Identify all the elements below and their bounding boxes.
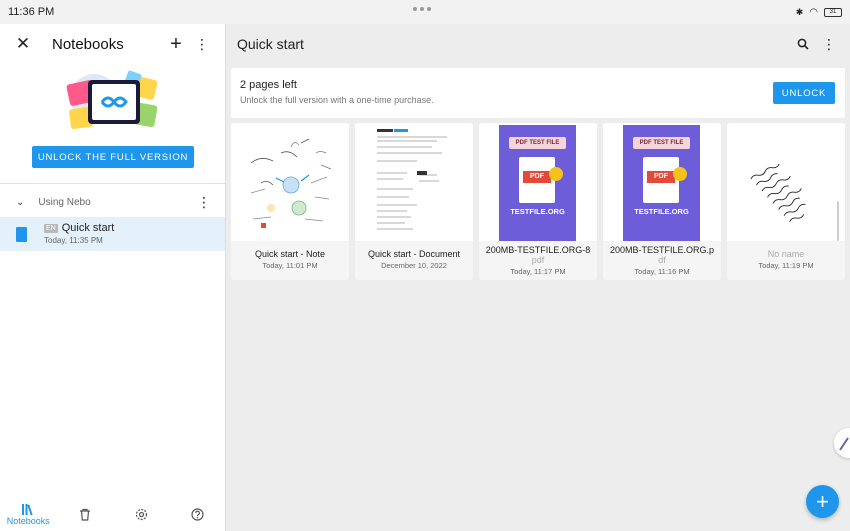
bluetooth-icon: ✱ xyxy=(795,6,804,17)
pdf-cover: PDF TEST FILE PDF TESTFILE.ORG xyxy=(499,125,576,241)
unlock-button[interactable]: UNLOCK xyxy=(773,82,835,104)
decoration-icon xyxy=(673,167,687,181)
page-caption: 200MB-TESTFILE.ORG.p df Today, 11:16 PM xyxy=(603,241,721,280)
trash-icon xyxy=(79,508,90,521)
help-icon xyxy=(191,507,204,521)
plus-icon: + xyxy=(816,488,829,514)
pen-tool-button[interactable] xyxy=(834,428,850,458)
sidebar-header: ✕ Notebooks + ⋮ xyxy=(0,24,225,64)
page-caption: Quick start - Document December 10, 2022 xyxy=(355,241,473,280)
banner-title: 2 pages left xyxy=(240,79,297,91)
pdf-badge: PDF xyxy=(523,171,551,183)
pdf-cover: PDF TEST FILE PDF TESTFILE.ORG xyxy=(623,125,700,241)
page-thumbnail xyxy=(231,123,349,241)
thumbnail-scrollbar xyxy=(837,201,839,241)
bottom-navigation: Notebooks xyxy=(0,497,226,531)
nav-notebooks-label: Notebooks xyxy=(6,515,50,526)
page-date: Today, 11:19 PM xyxy=(758,261,814,270)
pdf-cover-title: PDF TEST FILE xyxy=(509,137,566,149)
multitask-dots-icon[interactable] xyxy=(413,7,431,11)
pdf-cover-title: PDF TEST FILE xyxy=(633,137,690,149)
page-date: Today, 11:01 PM xyxy=(262,261,318,270)
section-using-nebo[interactable]: ⌄ Using Nebo ⋮ xyxy=(0,187,225,217)
add-page-button[interactable]: + xyxy=(806,485,839,518)
status-icons: ✱ ◠ 31 xyxy=(796,7,842,18)
status-time: 11:36 PM xyxy=(8,6,55,18)
page-caption: Quick start - Note Today, 11:01 PM xyxy=(231,241,349,280)
wifi-icon: ◠ xyxy=(809,6,818,18)
page-card[interactable]: PDF TEST FILE PDF TESTFILE.ORG 200MB-TES… xyxy=(603,123,721,280)
more-options-icon[interactable]: ⋮ xyxy=(191,33,213,55)
nav-notebooks[interactable]: Notebooks xyxy=(3,503,53,526)
page-name-ext: df xyxy=(658,255,666,265)
more-options-icon[interactable]: ⋮ xyxy=(818,33,840,55)
pdf-file-icon: PDF xyxy=(519,157,555,203)
page-card[interactable]: Quick start - Note Today, 11:01 PM xyxy=(231,123,349,280)
notebook-name: Quick start xyxy=(61,222,115,234)
close-icon[interactable]: ✕ xyxy=(12,33,34,55)
pdf-cover-site: TESTFILE.ORG xyxy=(510,207,565,216)
pen-icon xyxy=(839,437,849,451)
status-bar: 11:36 PM ✱ ◠ 31 xyxy=(0,0,850,24)
nav-help[interactable] xyxy=(173,507,223,521)
pdf-file-icon: PDF xyxy=(643,157,679,203)
page-caption: No name Today, 11:19 PM xyxy=(727,241,845,280)
page-date: December 10, 2022 xyxy=(381,261,447,270)
pdf-badge: PDF xyxy=(647,171,675,183)
page-card[interactable]: PDF TEST FILE PDF TESTFILE.ORG 200MB-TES… xyxy=(479,123,597,280)
page-card[interactable]: No name Today, 11:19 PM xyxy=(727,123,845,280)
notebooks-sidebar: ✕ Notebooks + ⋮ UNLOCK THE FULL VERSION … xyxy=(0,24,226,531)
page-date: Today, 11:17 PM xyxy=(510,267,566,276)
page-name: 200MB-TESTFILE.ORG.p xyxy=(609,245,715,255)
pages-grid: Quick start - Note Today, 11:01 PM Quick… xyxy=(231,123,845,280)
banner-subtitle: Unlock the full version with a one-time … xyxy=(240,95,434,105)
battery-icon: 31 xyxy=(824,7,842,17)
notebook-item-text: EN Quick start Today, 11:35 PM xyxy=(44,222,114,245)
page-thumbnail xyxy=(355,123,473,241)
page-caption: 200MB-TESTFILE.ORG-8 pdf Today, 11:17 PM xyxy=(479,241,597,280)
main-header: Quick start ⋮ xyxy=(227,24,850,64)
upgrade-banner: 2 pages left Unlock the full version wit… xyxy=(231,68,845,118)
page-name: Quick start - Note xyxy=(254,249,326,259)
unlock-full-version-button[interactable]: UNLOCK THE FULL VERSION xyxy=(32,146,194,168)
page-thumbnail xyxy=(727,123,845,241)
note-sketch-thumbnail xyxy=(250,138,332,228)
nav-trash[interactable] xyxy=(60,508,110,521)
document-text-thumbnail xyxy=(377,129,447,230)
notebook-icon xyxy=(16,227,27,242)
main-content: Quick start ⋮ 2 pages left Unlock the fu… xyxy=(227,24,850,531)
nav-settings[interactable] xyxy=(116,508,166,521)
pdf-cover-site: TESTFILE.ORG xyxy=(634,207,689,216)
search-icon[interactable] xyxy=(792,33,814,55)
page-name: Quick start - Document xyxy=(367,249,461,259)
page-name: 200MB-TESTFILE.ORG-8 xyxy=(485,245,591,255)
page-thumbnail: PDF TEST FILE PDF TESTFILE.ORG xyxy=(479,123,597,241)
gear-icon xyxy=(135,508,147,520)
chevron-down-icon[interactable]: ⌄ xyxy=(16,197,24,208)
notebook-date: Today, 11:35 PM xyxy=(44,236,103,245)
upgrade-promo: UNLOCK THE FULL VERSION xyxy=(0,64,225,184)
notebook-name-row: EN Quick start xyxy=(44,222,114,234)
page-title: Quick start xyxy=(237,36,304,52)
page-name-ext: pdf xyxy=(531,255,545,265)
decoration-icon xyxy=(549,167,563,181)
add-icon[interactable]: + xyxy=(165,33,187,55)
language-badge: EN xyxy=(44,223,58,233)
notebook-item-quick-start[interactable]: EN Quick start Today, 11:35 PM xyxy=(0,217,225,251)
section-label: Using Nebo xyxy=(38,196,91,208)
promo-illustration xyxy=(66,70,158,130)
page-date: Today, 11:16 PM xyxy=(634,267,690,276)
handwriting-thumbnail xyxy=(750,163,806,223)
page-card[interactable]: Quick start - Document December 10, 2022 xyxy=(355,123,473,280)
section-more-icon[interactable]: ⋮ xyxy=(193,191,215,213)
library-icon xyxy=(22,503,33,516)
page-thumbnail: PDF TEST FILE PDF TESTFILE.ORG xyxy=(603,123,721,241)
sidebar-title: Notebooks xyxy=(52,35,124,53)
page-name: No name xyxy=(767,249,805,259)
